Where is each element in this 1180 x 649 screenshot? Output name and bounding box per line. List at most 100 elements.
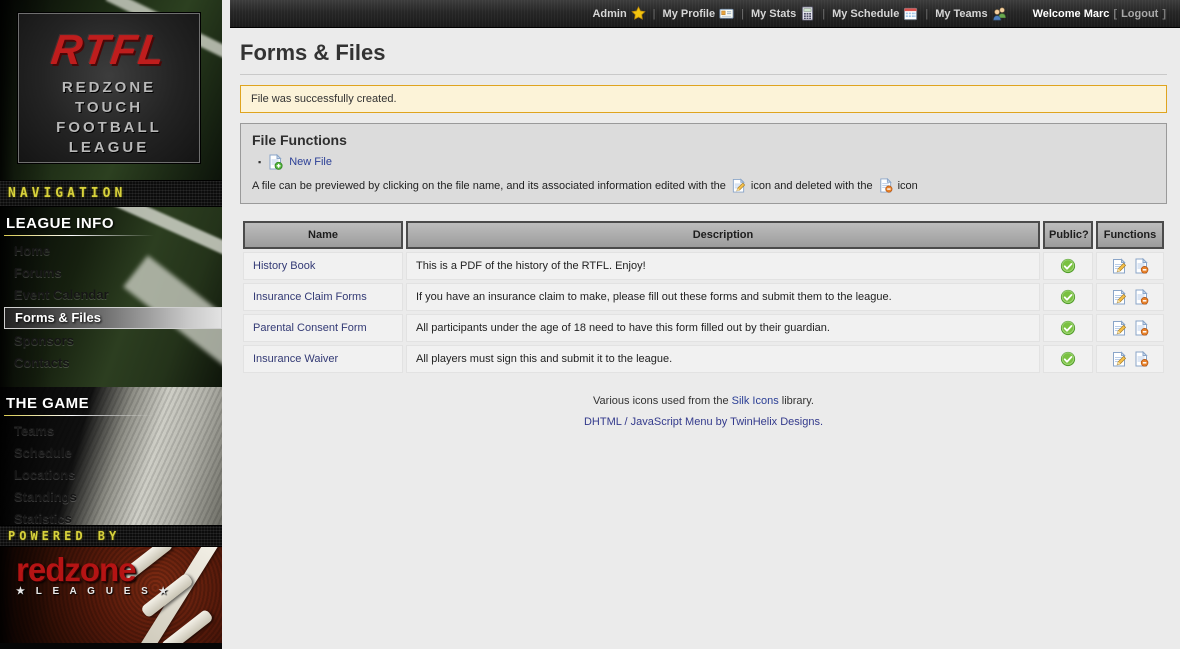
sidebar-bottom-strip: [0, 643, 222, 649]
accept-icon: [1060, 289, 1076, 305]
calendar-icon: [903, 6, 918, 21]
page: RTFL REDZONETOUCHFOOTBALLLEAGUE NAVIGATI…: [0, 0, 1180, 649]
page-edit-icon: [731, 178, 746, 193]
public-cell: [1043, 314, 1093, 342]
topbar-item-my-teams[interactable]: My Teams: [935, 6, 1006, 21]
powered-by-label: POWERED BY: [8, 529, 120, 543]
topbar-item-my-stats[interactable]: My Stats: [751, 6, 815, 21]
page-delete-icon[interactable]: [1133, 320, 1149, 336]
name-cell: Insurance Claim Forms: [243, 283, 403, 311]
main-area: Admin | My Profile | My Stats | My Schedule | My…: [222, 0, 1180, 649]
twinhelix-link[interactable]: DHTML / JavaScript Menu by TwinHelix Des…: [584, 416, 823, 428]
file-name-link[interactable]: History Book: [253, 260, 315, 272]
file-functions-hint: A file can be previewed by clicking on t…: [252, 178, 1155, 193]
page-title: Forms & Files: [240, 40, 1167, 75]
hint-text: A file can be previewed by clicking on t…: [252, 180, 726, 192]
column-header-name: Name: [243, 221, 403, 249]
welcome-text: Welcome Marc: [1033, 8, 1110, 20]
sidebar-section-league-info: LEAGUE INFOHomeForumsEvent CalendarForms…: [0, 207, 222, 374]
topbar-nav: Admin | My Profile | My Stats | My Schedule | My…: [592, 6, 1006, 21]
silk-icons-link[interactable]: Silk Icons: [732, 395, 779, 407]
topbar-separator: |: [653, 8, 656, 20]
file-name-link[interactable]: Insurance Waiver: [253, 353, 338, 365]
topbar-separator: |: [925, 8, 928, 20]
public-cell: [1043, 345, 1093, 373]
table-row: Insurance Claim FormsIf you have an insu…: [243, 283, 1164, 311]
content: Forms & Files File was successfully crea…: [230, 40, 1180, 428]
sidebar-league-info-block: LEAGUE INFOHomeForumsEvent CalendarForms…: [0, 207, 222, 387]
sidebar-section-the-game: THE GAMETeamsScheduleLocationsStandingsS…: [0, 387, 222, 525]
table-body: History BookThis is a PDF of the history…: [243, 252, 1164, 373]
sidebar: RTFL REDZONETOUCHFOOTBALLLEAGUE NAVIGATI…: [0, 0, 222, 649]
logo-line: TOUCH: [19, 98, 199, 118]
new-file-link[interactable]: New File: [289, 156, 332, 168]
topbar-item-my-schedule[interactable]: My Schedule: [832, 6, 918, 21]
logout-link[interactable]: Logout: [1121, 8, 1158, 20]
topbar-item-my-profile[interactable]: My Profile: [663, 6, 735, 21]
functions-cell: [1096, 314, 1164, 342]
topbar: Admin | My Profile | My Stats | My Schedule | My…: [230, 0, 1180, 28]
sidebar-item-schedule[interactable]: Schedule: [4, 442, 222, 464]
page-delete-icon: [878, 178, 893, 193]
logout-bracket: ]: [1162, 8, 1166, 20]
navigation-strip: NAVIGATION: [0, 180, 222, 207]
topbar-item-label: My Stats: [751, 8, 796, 20]
table-row: History BookThis is a PDF of the history…: [243, 252, 1164, 280]
sidebar-item-contacts[interactable]: Contacts: [4, 352, 222, 374]
page-delete-icon[interactable]: [1133, 289, 1149, 305]
topbar-separator: |: [741, 8, 744, 20]
page-delete-icon[interactable]: [1133, 351, 1149, 367]
accept-icon: [1060, 351, 1076, 367]
calculator-icon: [800, 6, 815, 21]
column-header-description: Description: [406, 221, 1040, 249]
new-file-row: ▪ New File: [258, 154, 1155, 170]
page-add-icon: [267, 154, 283, 170]
sidebar-item-forums[interactable]: Forums: [4, 262, 222, 284]
table-header-row: NameDescriptionPublic?Functions: [243, 221, 1164, 249]
sidebar-item-teams[interactable]: Teams: [4, 420, 222, 442]
accept-icon: [1060, 258, 1076, 274]
sidebar-item-statistics[interactable]: Statistics: [4, 508, 222, 525]
table-row: Insurance Waiver All players must sign th…: [243, 345, 1164, 373]
files-table: NameDescriptionPublic?Functions History …: [240, 218, 1167, 376]
topbar-item-label: My Profile: [663, 8, 716, 20]
page-edit-icon[interactable]: [1111, 289, 1127, 305]
description-cell: All players must sign this and submit it…: [406, 345, 1040, 373]
topbar-item-label: My Teams: [935, 8, 987, 20]
sidebar-item-standings[interactable]: Standings: [4, 486, 222, 508]
sidebar-the-game-block: THE GAMETeamsScheduleLocationsStandingsS…: [0, 387, 222, 525]
public-cell: [1043, 283, 1093, 311]
page-edit-icon[interactable]: [1111, 351, 1127, 367]
hint-text: icon: [898, 180, 918, 192]
sidebar-item-forms-files[interactable]: Forms & Files: [4, 307, 222, 329]
sidebar-item-sponsors[interactable]: Sponsors: [4, 330, 222, 352]
file-name-link[interactable]: Parental Consent Form: [253, 322, 367, 334]
table-row: Parental Consent Form All participants un…: [243, 314, 1164, 342]
name-cell: History Book: [243, 252, 403, 280]
logo-line: LEAGUE: [19, 138, 199, 158]
page-edit-icon[interactable]: [1111, 320, 1127, 336]
logo-line: REDZONE: [19, 78, 199, 98]
topbar-item-label: My Schedule: [832, 8, 899, 20]
description-cell: All participants under the age of 18 nee…: [406, 314, 1040, 342]
bullet: ▪: [258, 157, 261, 167]
group-icon: [992, 6, 1007, 21]
page-delete-icon[interactable]: [1133, 258, 1149, 274]
topbar-item-admin[interactable]: Admin: [592, 6, 645, 21]
topbar-separator: |: [822, 8, 825, 20]
hint-text: icon and deleted with the: [751, 180, 873, 192]
name-cell: Insurance Waiver: [243, 345, 403, 373]
redzone-logo-sub: ★ L E A G U E S ★: [16, 586, 172, 597]
topbar-user-area: Welcome Marc [ Logout ]: [1033, 8, 1170, 20]
sidebar-item-home[interactable]: Home: [4, 240, 222, 262]
flash-message: File was successfully created.: [240, 85, 1167, 113]
file-name-link[interactable]: Insurance Claim Forms: [253, 291, 367, 303]
logout-bracket: [: [1113, 8, 1117, 20]
icons-credit-line: Various icons used from the Silk Icons l…: [240, 395, 1167, 407]
column-header-public: Public?: [1043, 221, 1093, 249]
page-edit-icon[interactable]: [1111, 258, 1127, 274]
sidebar-item-locations[interactable]: Locations: [4, 464, 222, 486]
sidebar-item-event-calendar[interactable]: Event Calendar: [4, 284, 222, 306]
functions-cell: [1096, 345, 1164, 373]
file-functions-title: File Functions: [252, 132, 1155, 148]
